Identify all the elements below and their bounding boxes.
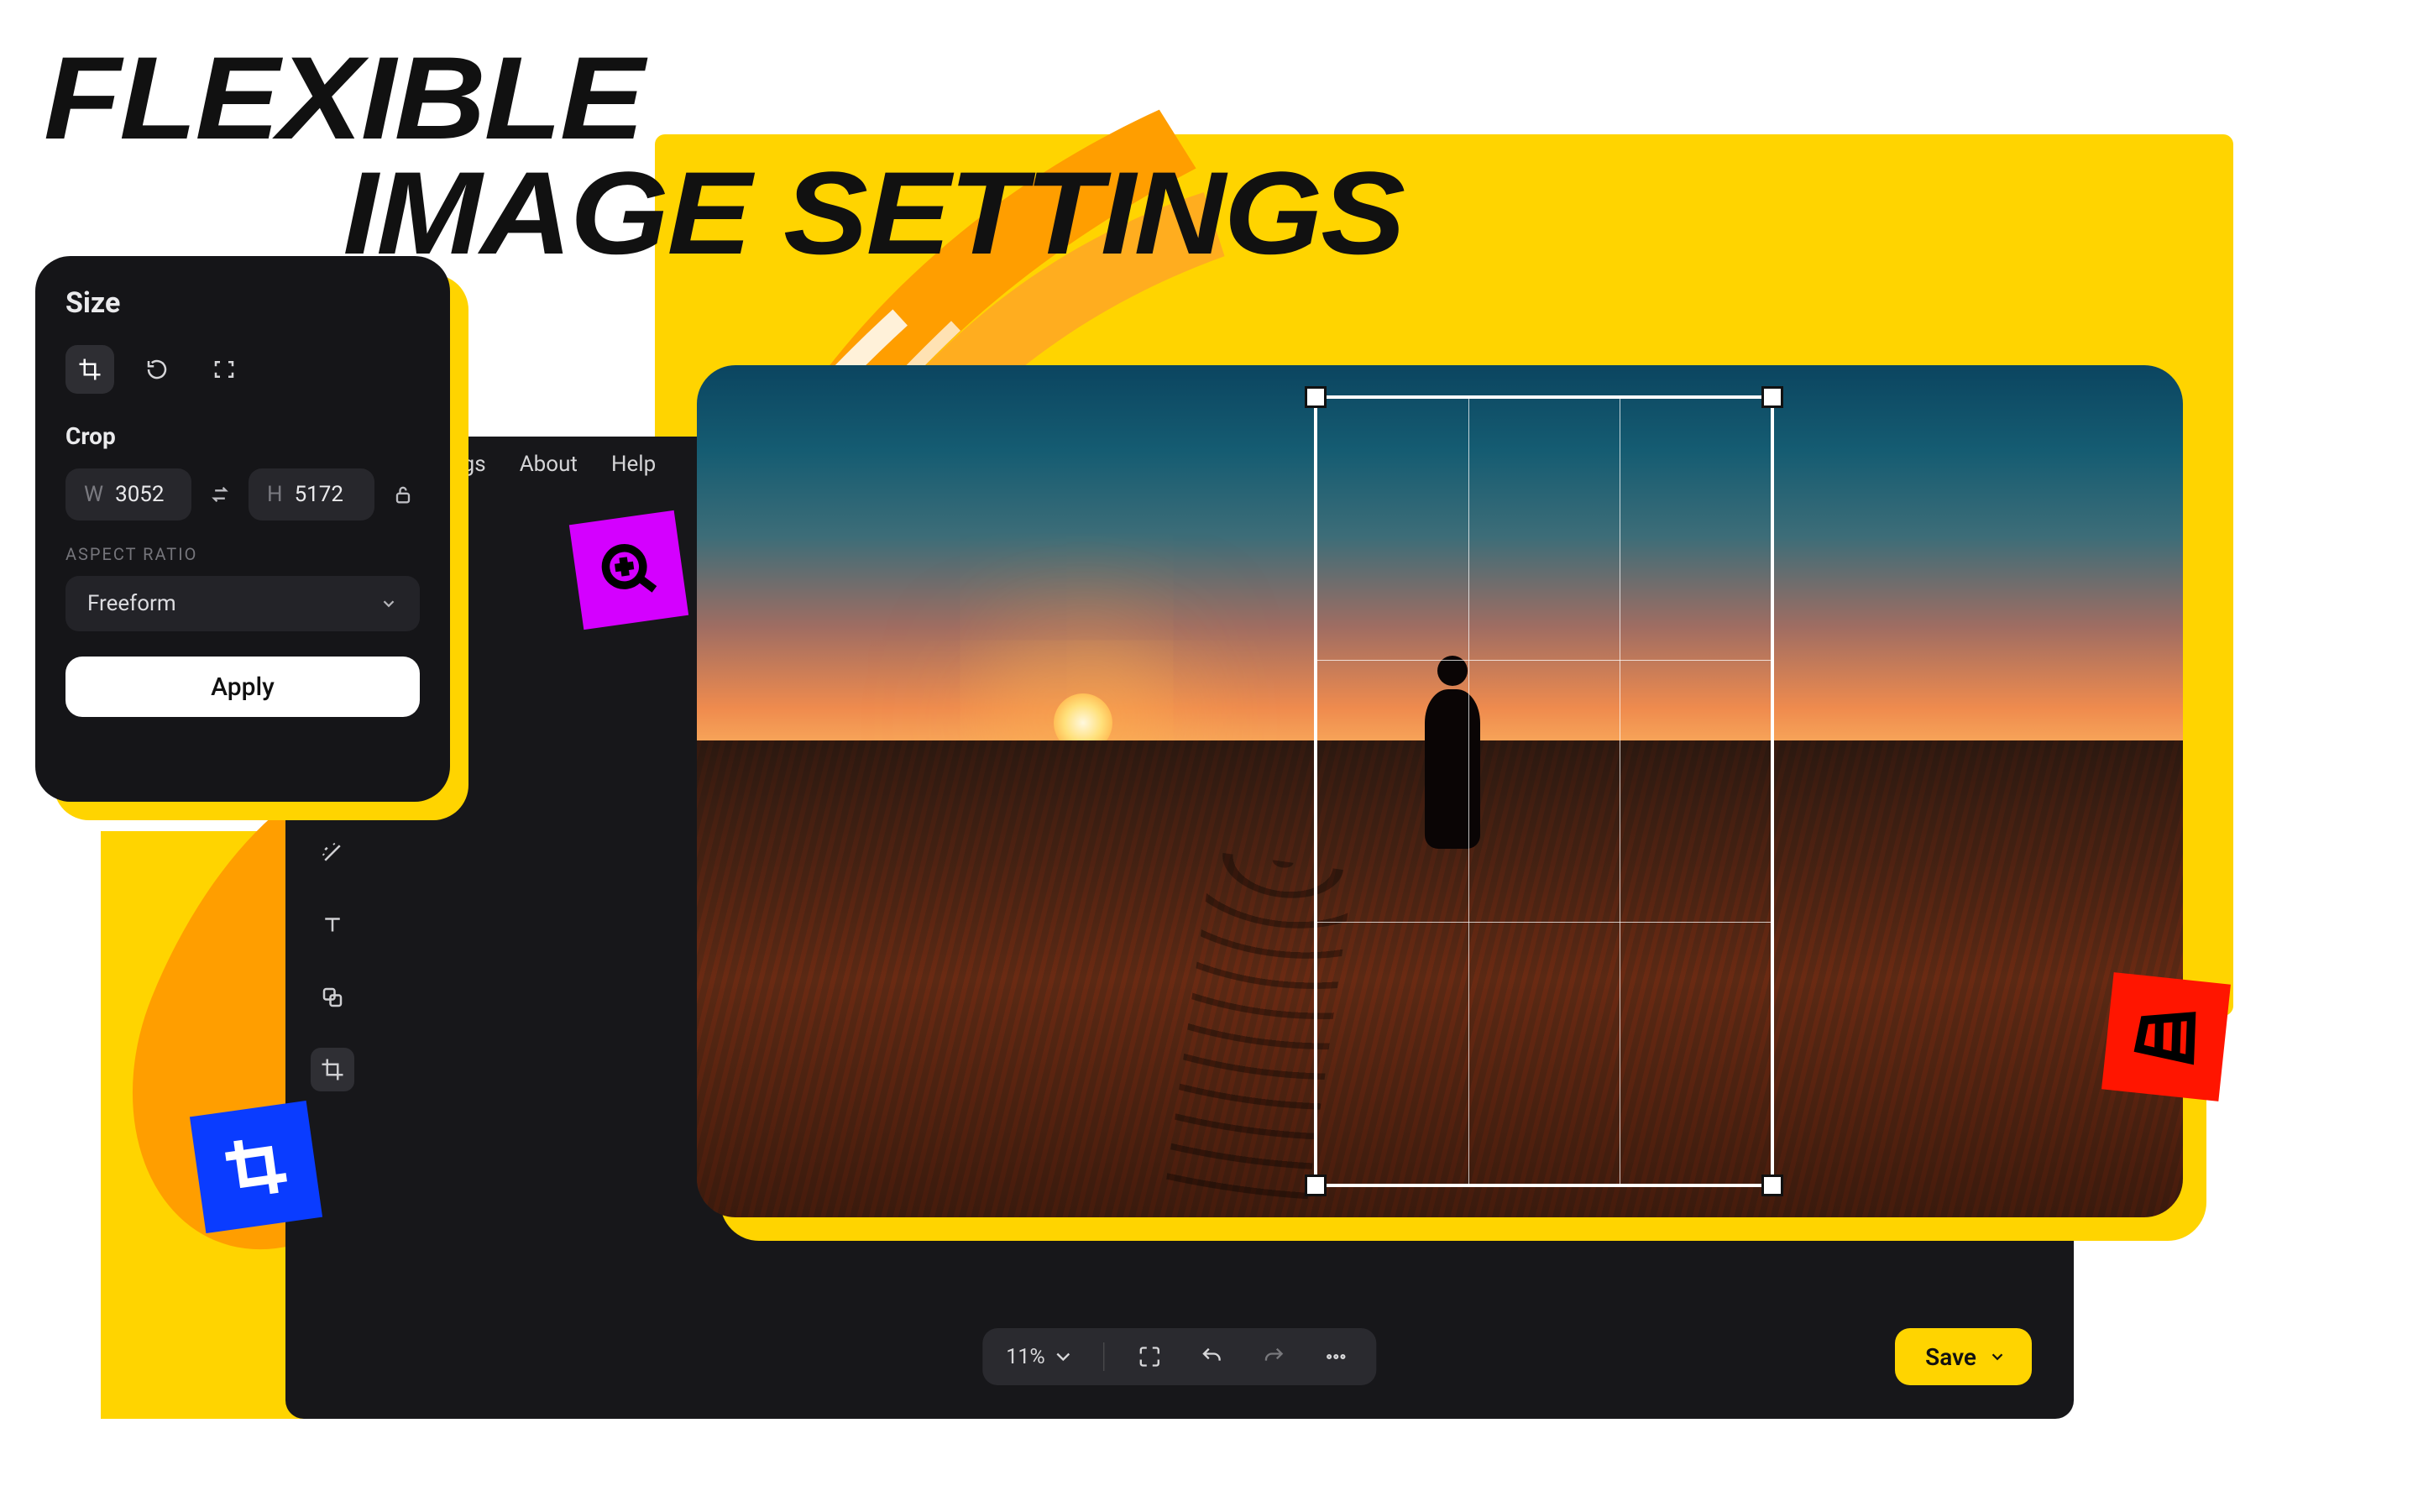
zoom-control[interactable]: 11% [1006,1345,1075,1369]
fullscreen-icon[interactable] [200,345,249,394]
crop-icon[interactable] [65,345,114,394]
chevron-down-icon [379,594,398,613]
crop-section-label: Crop [65,422,420,450]
divider [1104,1342,1105,1371]
apply-button[interactable]: Apply [65,657,420,717]
width-label: W [84,482,103,507]
crop-handle-tr[interactable] [1761,386,1783,408]
accent-perspective [2101,972,2231,1101]
height-label: H [267,482,283,507]
magic-icon[interactable] [311,831,354,875]
width-input[interactable]: W 3052 [65,468,191,521]
save-label: Save [1925,1343,1976,1371]
lock-icon[interactable] [386,476,420,513]
aspect-ratio-value: Freeform [87,591,176,616]
size-panel: Size Crop W 3052 H 5172 [35,256,450,802]
crop-icon [217,1128,296,1206]
perspective-crop-icon [2128,999,2204,1075]
fit-screen-icon[interactable] [1133,1340,1167,1373]
bottom-toolbar: 11% [982,1328,1376,1385]
shape-icon[interactable] [311,976,354,1019]
save-button[interactable]: Save [1895,1328,2032,1385]
text-icon[interactable] [311,903,354,947]
aspect-ratio-select[interactable]: Freeform [65,576,420,631]
menu-help[interactable]: Help [611,452,656,477]
zoom-in-icon [593,534,665,606]
size-tool-row [65,345,420,394]
swap-icon[interactable] [203,476,237,513]
chevron-down-icon [1052,1345,1076,1368]
accent-zoom-in [569,510,688,630]
crop-grid-line [1468,399,1469,1185]
headline-line1: FLEXIBLE [44,32,643,164]
dimension-row: W 3052 H 5172 [65,468,420,521]
height-value: 5172 [295,482,343,507]
crop-handle-bl[interactable] [1305,1175,1327,1196]
zoom-value: 11% [1006,1345,1044,1369]
panel-title: Size [65,286,420,320]
crop-grid-line [1317,660,1772,661]
crop-frame[interactable] [1314,395,1775,1188]
hero-headline: FLEXIBLE IMAGE SETTINGS [44,40,1404,270]
headline-line2: IMAGE SETTINGS [44,155,1404,270]
more-icon[interactable] [1320,1340,1353,1373]
crop-grid-line [1317,922,1772,923]
aspect-ratio-label: ASPECT RATIO [65,544,420,564]
crop-handle-br[interactable] [1761,1175,1783,1196]
editor-menubar: ings About Help [445,452,656,477]
rotate-icon[interactable] [133,345,181,394]
chevron-down-icon [1988,1347,2007,1366]
height-input[interactable]: H 5172 [249,468,374,521]
accent-crop [190,1101,322,1233]
canvas[interactable] [697,365,2183,1217]
crop-handle-tl[interactable] [1305,386,1327,408]
apply-label: Apply [211,672,275,702]
redo-icon[interactable] [1258,1340,1291,1373]
photo-preview [697,365,2183,1217]
crop-icon[interactable] [311,1048,354,1091]
canvas-area [697,365,2183,1217]
left-toolbar [306,831,359,1091]
width-value: 3052 [115,482,164,507]
menu-about[interactable]: About [520,452,578,477]
undo-icon[interactable] [1196,1340,1229,1373]
